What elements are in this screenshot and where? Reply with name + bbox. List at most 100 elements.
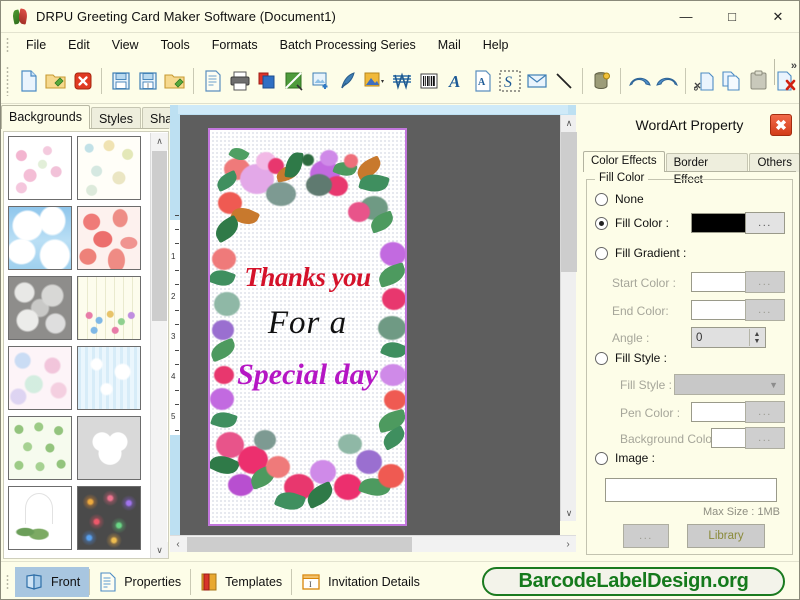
panel-close-button[interactable]: ✖: [770, 114, 792, 136]
menu-file[interactable]: File: [15, 36, 57, 54]
image-browse-button[interactable]: ...: [623, 524, 669, 548]
radio-image[interactable]: [595, 452, 608, 465]
minimize-button[interactable]: —: [663, 1, 709, 32]
card-text-line-3[interactable]: Special day: [210, 358, 405, 392]
export-folder-icon[interactable]: [161, 66, 188, 96]
canvas-vertical-scrollbar[interactable]: ∧ ∨: [560, 115, 576, 521]
save-icon[interactable]: [107, 66, 134, 96]
fill-color-swatch[interactable]: [691, 213, 753, 233]
text-box-icon[interactable]: A: [469, 66, 496, 96]
menu-drag-grip[interactable]: [3, 36, 13, 54]
image-path-input[interactable]: [605, 478, 777, 502]
option-fill-style-row[interactable]: Fill Style :: [595, 351, 667, 365]
watermark-icon[interactable]: [388, 66, 415, 96]
card-text-line-2[interactable]: For a: [210, 305, 405, 342]
backgrounds-scrollbar[interactable]: ∧ ∨: [150, 133, 167, 559]
open-folder-icon[interactable]: [42, 66, 69, 96]
option-image-row[interactable]: Image :: [595, 451, 655, 465]
tab-border-effect[interactable]: Border Effect: [666, 153, 749, 172]
library-button[interactable]: Library: [687, 524, 765, 548]
database-icon[interactable]: [588, 66, 615, 96]
barcode-icon[interactable]: [415, 66, 442, 96]
thumb-floral-pastel[interactable]: [8, 346, 72, 410]
thumb-clouds-sky[interactable]: [8, 206, 72, 270]
status-tab-front[interactable]: Front: [15, 567, 89, 597]
toolbar-overflow-button[interactable]: »: [791, 60, 797, 72]
card-text-line-1[interactable]: Thanks you: [210, 262, 405, 293]
picture-shape-icon[interactable]: [361, 66, 388, 96]
thumb-baby-doodles[interactable]: [8, 136, 72, 200]
toolbar-drag-grip[interactable]: [3, 66, 13, 96]
menu-mail[interactable]: Mail: [427, 36, 472, 54]
canvas-stage[interactable]: Thanks you For a Special day: [180, 115, 560, 535]
radio-fill-style[interactable]: [595, 352, 608, 365]
option-fill-color-row[interactable]: Fill Color :: [595, 216, 669, 230]
insert-shape-icon[interactable]: [280, 66, 307, 96]
line-tool-icon[interactable]: [550, 66, 577, 96]
print-icon[interactable]: [226, 66, 253, 96]
close-button[interactable]: ✕: [755, 1, 800, 32]
label-fill-style-radio: Fill Style :: [615, 351, 667, 365]
menu-formats[interactable]: Formats: [201, 36, 269, 54]
thumb-fireworks[interactable]: [77, 486, 141, 550]
redo-icon[interactable]: [653, 66, 680, 96]
tab-others[interactable]: Others: [749, 153, 800, 172]
envelope-icon[interactable]: [523, 66, 550, 96]
radio-fill-color[interactable]: [595, 217, 608, 230]
svg-text:A: A: [448, 72, 460, 91]
cut-icon[interactable]: [691, 66, 718, 96]
status-tab-properties[interactable]: Properties: [90, 567, 190, 597]
menu-help[interactable]: Help: [472, 36, 520, 54]
thumb-baby-items[interactable]: [77, 136, 141, 200]
insert-image-icon[interactable]: [307, 66, 334, 96]
menu-edit[interactable]: Edit: [57, 36, 101, 54]
status-tab-invitation-details[interactable]: I Invitation Details: [292, 567, 429, 597]
pen-tool-icon[interactable]: [334, 66, 361, 96]
text-tool-icon[interactable]: A: [442, 66, 469, 96]
wordart-icon[interactable]: S: [496, 66, 523, 96]
canvas-scroll-right-icon[interactable]: ›: [560, 536, 576, 553]
thumb-green-leaves[interactable]: [8, 486, 72, 550]
thumb-strawberries[interactable]: [77, 206, 141, 270]
angle-spinner: 0 ▲▼: [691, 327, 766, 348]
page-setup-icon[interactable]: [199, 66, 226, 96]
scroll-down-icon[interactable]: ∨: [151, 542, 168, 559]
thumb-snowflakes[interactable]: [77, 346, 141, 410]
status-tab-templates[interactable]: Templates: [191, 567, 291, 597]
option-fill-gradient-row[interactable]: Fill Gradient :: [595, 246, 686, 260]
thumb-pine-trees[interactable]: [8, 416, 72, 480]
copy-icon[interactable]: [718, 66, 745, 96]
toolbar-bottom-divider: [1, 103, 800, 104]
thumb-grey-stones[interactable]: [8, 276, 72, 340]
canvas-horizontal-scrollbar[interactable]: ‹ ›: [170, 535, 576, 552]
menu-view[interactable]: View: [101, 36, 150, 54]
undo-icon[interactable]: [626, 66, 653, 96]
paste-icon[interactable]: [745, 66, 772, 96]
card-layers-icon[interactable]: [253, 66, 280, 96]
card-front-icon: [24, 572, 44, 592]
radio-fill-gradient[interactable]: [595, 247, 608, 260]
canvas-scroll-down-icon[interactable]: ∨: [561, 505, 577, 521]
save-as-icon[interactable]: I: [134, 66, 161, 96]
fill-color-browse-button[interactable]: ...: [745, 212, 785, 234]
menu-batch-processing-series[interactable]: Batch Processing Series: [269, 36, 427, 54]
new-document-icon[interactable]: [15, 66, 42, 96]
menu-tools[interactable]: Tools: [150, 36, 201, 54]
canvas-vscroll-thumb[interactable]: [561, 132, 577, 272]
option-none-row[interactable]: None: [595, 192, 644, 206]
close-document-icon[interactable]: [69, 66, 96, 96]
thumb-party-confetti[interactable]: [77, 276, 141, 340]
canvas-scroll-up-icon[interactable]: ∧: [561, 115, 577, 131]
tab-styles[interactable]: Styles: [91, 107, 141, 129]
tab-backgrounds[interactable]: Backgrounds: [1, 105, 90, 129]
scrollbar-thumb[interactable]: [152, 151, 167, 321]
statusbar-drag-grip[interactable]: [3, 573, 13, 591]
tab-color-effects[interactable]: Color Effects: [583, 151, 665, 172]
canvas-scroll-left-icon[interactable]: ‹: [170, 536, 186, 553]
radio-none[interactable]: [595, 193, 608, 206]
scroll-up-icon[interactable]: ∧: [151, 133, 168, 150]
maximize-button[interactable]: □: [709, 1, 755, 32]
thumb-white-heart[interactable]: [77, 416, 141, 480]
greeting-card-preview[interactable]: Thanks you For a Special day: [208, 128, 407, 526]
canvas-hscroll-thumb[interactable]: [187, 537, 412, 552]
